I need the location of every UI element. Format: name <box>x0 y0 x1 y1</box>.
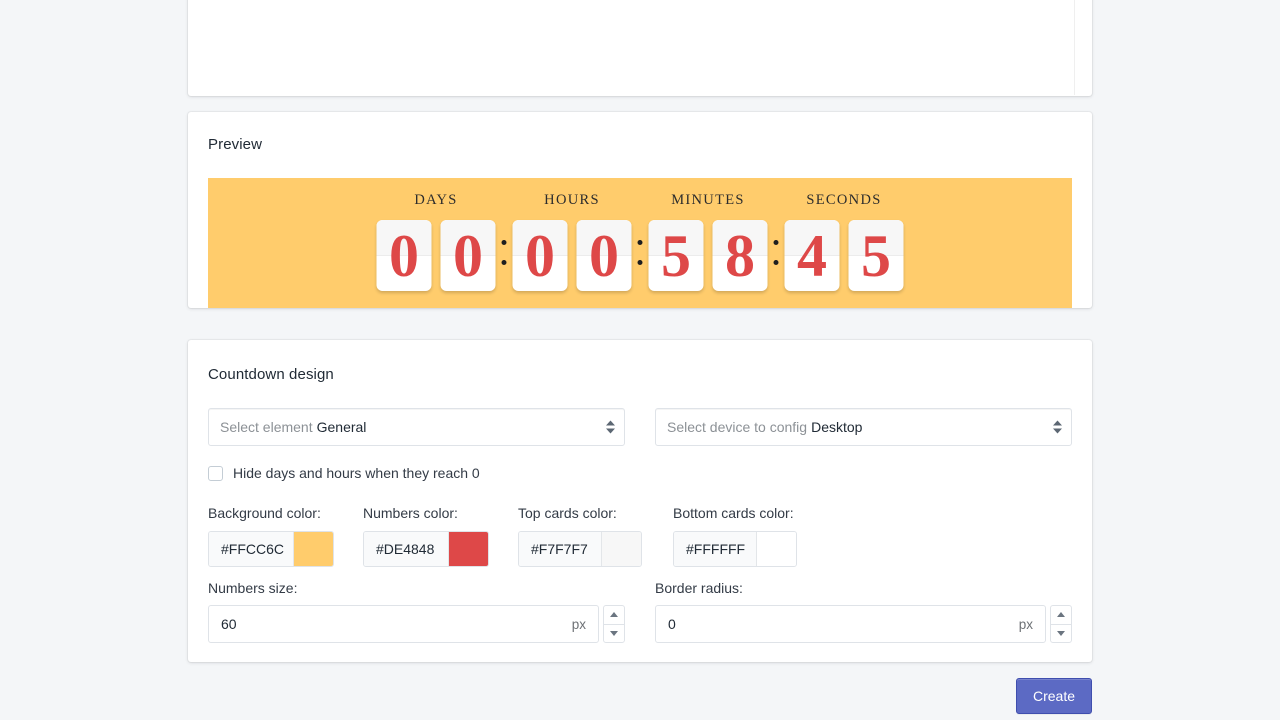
page-root: Striped Silk Blouse Yellow Wool Jumper C… <box>0 0 1280 720</box>
digit: 5 <box>661 222 691 289</box>
stepper-down-button[interactable] <box>604 625 624 643</box>
unit-digits: 5 8 <box>648 220 768 291</box>
digit: 0 <box>389 222 419 289</box>
product-list-scrollbar[interactable] <box>1074 0 1091 95</box>
countdown-unit-hours: HOURS 0 0 <box>512 178 632 291</box>
unit-label: MINUTES <box>671 192 745 208</box>
border-radius-value[interactable]: 0 <box>668 616 676 632</box>
digit: 0 <box>525 222 555 289</box>
flip-card: 0 <box>512 220 568 291</box>
stepper-up-button[interactable] <box>604 606 624 625</box>
bottom-cards-color-value[interactable]: #FFFFFF <box>674 532 756 566</box>
countdown-preview-band: DAYS 0 0 HOURS 0 0 MINUTES 5 8 SECONDS 4… <box>208 178 1072 308</box>
digit: 5 <box>861 222 891 289</box>
background-color-swatch[interactable] <box>293 532 333 566</box>
scrollbar-track[interactable] <box>1077 0 1090 95</box>
background-color-field[interactable]: #FFCC6C <box>208 531 334 567</box>
flip-card: 0 <box>576 220 632 291</box>
digit: 0 <box>589 222 619 289</box>
numbers-color-swatch[interactable] <box>448 532 488 566</box>
product-checkbox-grid: Striped Silk Blouse Yellow Wool Jumper C… <box>208 0 1046 12</box>
digit: 0 <box>453 222 483 289</box>
border-radius-input[interactable]: 0 px <box>655 605 1046 643</box>
border-radius-label: Border radius: <box>655 580 743 596</box>
product-selection-card: Striped Silk Blouse Yellow Wool Jumper C… <box>188 0 1092 96</box>
countdown-timer: DAYS 0 0 HOURS 0 0 MINUTES 5 8 SECONDS 4… <box>376 178 904 291</box>
design-title: Countdown design <box>208 366 334 383</box>
unit-label: SECONDS <box>806 192 882 208</box>
numbers-size-label: Numbers size: <box>208 580 298 596</box>
select-chevrons-icon <box>1053 420 1062 434</box>
numbers-color-field[interactable]: #DE4848 <box>363 531 489 567</box>
top-cards-color-field[interactable]: #F7F7F7 <box>518 531 642 567</box>
border-radius-unit: px <box>1018 616 1033 632</box>
stepper-down-button[interactable] <box>1051 625 1071 643</box>
checkbox[interactable] <box>208 465 223 481</box>
numbers-size-value[interactable]: 60 <box>221 616 237 632</box>
device-select-prefix: Select device to config <box>667 419 808 435</box>
top-cards-color-swatch[interactable] <box>601 532 641 566</box>
digit: 8 <box>725 222 755 289</box>
hide-days-hours-label: Hide days and hours when they reach 0 <box>233 465 480 481</box>
unit-digits: 0 0 <box>512 220 632 291</box>
device-select-value: Desktop <box>811 419 863 435</box>
numbers-color-label: Numbers color: <box>363 505 458 521</box>
separator-colon <box>496 217 513 288</box>
numbers-size-stepper[interactable] <box>603 605 625 643</box>
numbers-color-value[interactable]: #DE4848 <box>364 532 448 566</box>
countdown-unit-days: DAYS 0 0 <box>376 178 496 291</box>
digit: 4 <box>797 222 827 289</box>
flip-card: 5 <box>648 220 704 291</box>
flip-card: 4 <box>784 220 840 291</box>
countdown-unit-minutes: MINUTES 5 8 <box>648 178 768 291</box>
top-cards-color-value[interactable]: #F7F7F7 <box>519 532 601 566</box>
chevron-down-icon <box>610 630 618 636</box>
stepper-up-button[interactable] <box>1051 606 1071 625</box>
numbers-size-input[interactable]: 60 px <box>208 605 599 643</box>
element-select-value: General <box>316 419 367 435</box>
flip-card: 0 <box>376 220 432 291</box>
create-button[interactable]: Create <box>1016 678 1092 714</box>
unit-digits: 0 0 <box>376 220 496 291</box>
select-chevrons-icon <box>606 420 615 434</box>
bottom-cards-color-field[interactable]: #FFFFFF <box>673 531 797 567</box>
background-color-value[interactable]: #FFCC6C <box>209 532 293 566</box>
element-select-prefix: Select element <box>220 419 313 435</box>
unit-label: DAYS <box>414 192 458 208</box>
chevron-down-icon <box>1057 630 1065 636</box>
bottom-cards-color-label: Bottom cards color: <box>673 505 794 521</box>
list-item[interactable]: Ocean Blue Shirt <box>490 0 772 12</box>
top-cards-color-label: Top cards color: <box>518 505 617 521</box>
flip-card: 8 <box>712 220 768 291</box>
element-select[interactable]: Select element General <box>208 408 625 446</box>
bottom-cards-color-swatch[interactable] <box>756 532 796 566</box>
chevron-up-icon <box>610 612 618 618</box>
separator-colon <box>632 217 649 288</box>
border-radius-stepper[interactable] <box>1050 605 1072 643</box>
background-color-label: Background color: <box>208 505 321 521</box>
countdown-unit-seconds: SECONDS 4 5 <box>784 178 904 291</box>
list-item[interactable]: Classic Varsity Top <box>208 0 490 12</box>
preview-card: Preview DAYS 0 0 HOURS 0 0 MINUTES 5 8 S… <box>188 112 1092 308</box>
flip-card: 0 <box>440 220 496 291</box>
unit-digits: 4 5 <box>784 220 904 291</box>
unit-label: HOURS <box>544 192 600 208</box>
flip-card: 5 <box>848 220 904 291</box>
preview-title: Preview <box>208 136 263 153</box>
separator-colon <box>768 217 785 288</box>
chevron-up-icon <box>1057 612 1065 618</box>
numbers-size-unit: px <box>571 616 586 632</box>
hide-days-hours-checkbox-row[interactable]: Hide days and hours when they reach 0 <box>208 465 480 481</box>
device-select[interactable]: Select device to config Desktop <box>655 408 1072 446</box>
